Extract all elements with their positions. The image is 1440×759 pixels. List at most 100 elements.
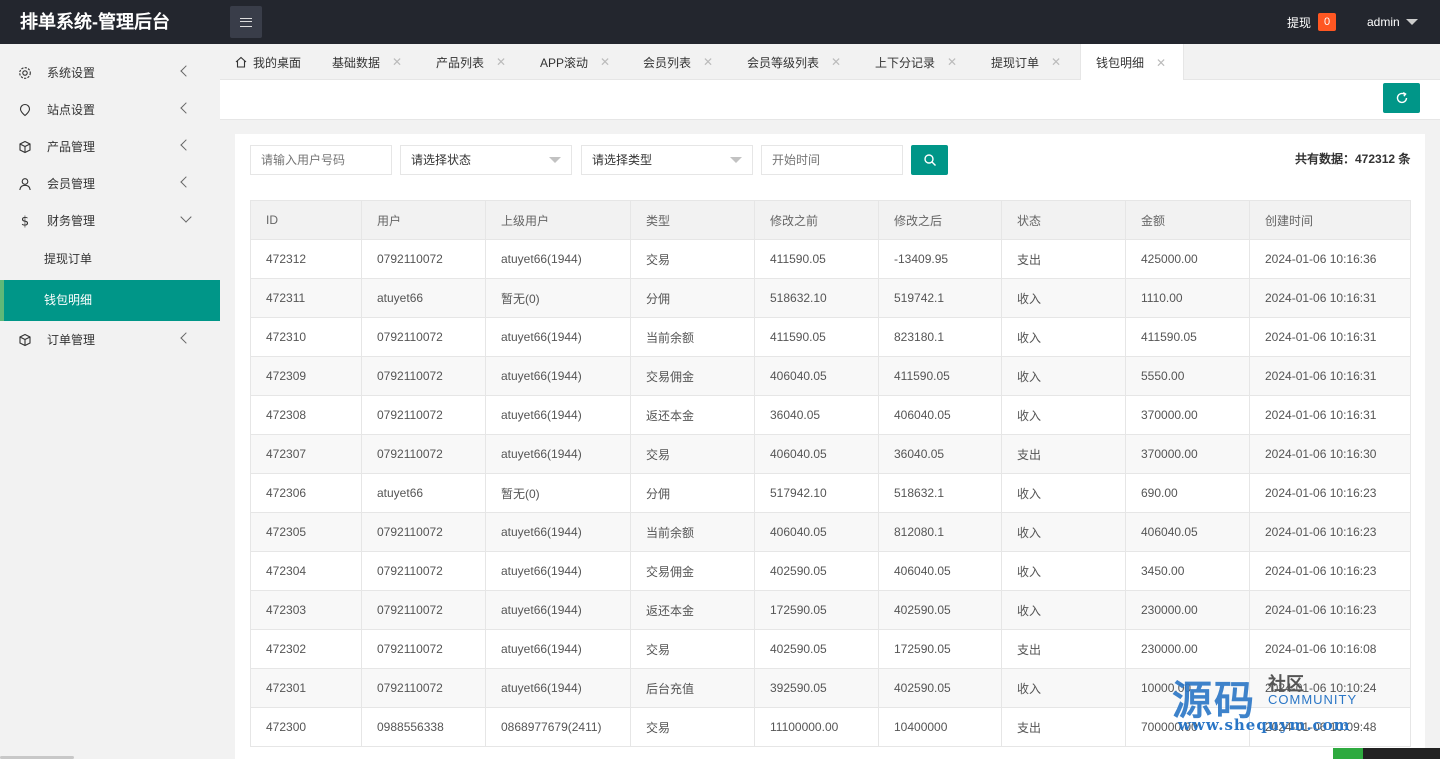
tab-points-records[interactable]: 上下分记录 ✕	[875, 44, 957, 80]
close-icon[interactable]: ✕	[703, 55, 713, 69]
table-cell: 0792110072	[361, 239, 486, 279]
svg-text:$: $	[21, 214, 29, 228]
status-select[interactable]: 请选择状态	[400, 145, 572, 175]
table-cell: 当前余额	[630, 317, 755, 357]
table-cell: 411590.05	[1125, 317, 1250, 357]
close-icon[interactable]: ✕	[496, 55, 506, 69]
tab-label: 提现订单	[991, 55, 1040, 70]
sidebar-item-product-management[interactable]: 产品管理	[0, 128, 220, 165]
table-cell: atuyet66(1944)	[485, 239, 631, 279]
corner-widget-icon	[1333, 748, 1363, 759]
table-row: 472303 0792110072 atuyet66(1944) 返还本金 172590…	[250, 590, 1411, 630]
tab-basic-data[interactable]: 基础数据 ✕	[332, 44, 402, 80]
table-row: 472305 0792110072 atuyet66(1944) 当前余额 406040…	[250, 512, 1411, 552]
table-cell: atuyet66(1944)	[485, 551, 631, 591]
withdraw-link[interactable]: 提现 0	[1287, 13, 1337, 31]
search-button[interactable]	[911, 145, 948, 175]
table-cell: 收入	[1001, 473, 1126, 513]
tab-label: 基础数据	[332, 55, 381, 70]
column-header: 创建时间	[1249, 200, 1411, 240]
table-cell: 收入	[1001, 356, 1126, 396]
tab-withdraw-orders[interactable]: 提现订单 ✕	[991, 44, 1061, 80]
table-cell: 700000.00	[1125, 707, 1250, 747]
table-cell: 472307	[250, 434, 362, 474]
sidebar-item-order-management[interactable]: 订单管理	[0, 321, 220, 358]
table-cell: 0792110072	[361, 512, 486, 552]
sidebar-item-system-settings[interactable]: 系统设置	[0, 54, 220, 91]
table-row: 472306 atuyet66 暂无(0) 分佣 517942.10 518632.1 收入…	[250, 473, 1411, 513]
user-menu[interactable]: admin	[1367, 13, 1418, 31]
start-time-input[interactable]	[761, 145, 903, 175]
tab-product-list[interactable]: 产品列表 ✕	[436, 44, 506, 80]
close-icon[interactable]: ✕	[831, 55, 841, 69]
table-cell: 472309	[250, 356, 362, 396]
table-cell: atuyet66	[361, 473, 486, 513]
table-cell: 0792110072	[361, 317, 486, 357]
table-cell: 472301	[250, 668, 362, 708]
table-cell: 1110.00	[1125, 278, 1250, 318]
refresh-button[interactable]	[1383, 83, 1420, 113]
top-header: 排单系统-管理后台 提现 0 admin	[0, 0, 1440, 44]
table-cell: 36040.05	[754, 395, 879, 435]
wallet-table: ID 用户 上级用户 类型 修改之前 修改之后 状态 金额 创建时间 472312 0792110…	[250, 200, 1411, 747]
tab-desktop[interactable]: 我的桌面	[235, 44, 301, 80]
tab-member-list[interactable]: 会员列表 ✕	[643, 44, 713, 80]
close-icon[interactable]: ✕	[947, 55, 957, 69]
table-cell: 392590.05	[754, 668, 879, 708]
total-count: 共有数据：472312 条	[1295, 152, 1411, 166]
close-icon[interactable]: ✕	[600, 55, 610, 69]
chevron-left-icon	[180, 139, 192, 151]
close-icon[interactable]: ✕	[392, 55, 402, 69]
table-cell: 支出	[1001, 239, 1126, 279]
tab-app-scroll[interactable]: APP滚动 ✕	[540, 44, 610, 80]
chevron-left-icon	[180, 65, 192, 77]
table-cell: 3450.00	[1125, 551, 1250, 591]
table-cell: 2024-01-06 10:16:36	[1249, 239, 1411, 279]
tab-wallet-details[interactable]: 钱包明细 ✕	[1080, 44, 1184, 81]
table-cell: atuyet66(1944)	[485, 317, 631, 357]
table-cell: 172590.05	[878, 629, 1002, 669]
table-cell: 411590.05	[754, 239, 879, 279]
table-cell: 406040.05	[878, 395, 1002, 435]
table-cell: 425000.00	[1125, 239, 1250, 279]
table-cell: 收入	[1001, 278, 1126, 318]
table-cell: 支出	[1001, 629, 1126, 669]
table-cell: 518632.1	[878, 473, 1002, 513]
tab-label: 钱包明细	[1096, 56, 1145, 70]
sidebar-item-member-management[interactable]: 会员管理	[0, 165, 220, 202]
tab-label: 会员列表	[643, 55, 692, 70]
table-cell: 0868977679(2411)	[485, 707, 631, 747]
table-cell: 支出	[1001, 707, 1126, 747]
menu-toggle-button[interactable]	[230, 6, 262, 38]
sidebar-subitem-wallet-details[interactable]: 钱包明细	[0, 280, 220, 321]
user-number-input[interactable]	[250, 145, 392, 175]
table-cell: 支出	[1001, 434, 1126, 474]
table-cell: 交易	[630, 239, 755, 279]
table-cell: 402590.05	[754, 551, 879, 591]
table-cell: atuyet66(1944)	[485, 668, 631, 708]
corner-widget[interactable]	[1333, 748, 1440, 759]
status-select-value: 请选择状态	[411, 153, 472, 167]
table-cell: 0792110072	[361, 668, 486, 708]
user-name: admin	[1367, 15, 1400, 29]
table-cell: atuyet66(1944)	[485, 434, 631, 474]
table-cell: atuyet66	[361, 278, 486, 318]
close-icon[interactable]: ✕	[1156, 56, 1166, 70]
table-cell: 0792110072	[361, 395, 486, 435]
table-cell: 0792110072	[361, 590, 486, 630]
table-cell: 2024-01-06 10:16:31	[1249, 278, 1411, 318]
sidebar-item-finance-management[interactable]: $ 财务管理	[0, 202, 220, 239]
table-cell: 0792110072	[361, 551, 486, 591]
sidebar-item-site-settings[interactable]: 站点设置	[0, 91, 220, 128]
table-cell: atuyet66(1944)	[485, 512, 631, 552]
close-icon[interactable]: ✕	[1051, 55, 1061, 69]
table-cell: 0792110072	[361, 434, 486, 474]
sidebar-subitem-withdraw-orders[interactable]: 提现订单	[0, 239, 220, 280]
location-icon	[18, 103, 32, 117]
type-select[interactable]: 请选择类型	[581, 145, 753, 175]
home-icon	[235, 56, 247, 68]
table-cell: 0988556338	[361, 707, 486, 747]
tab-member-level-list[interactable]: 会员等级列表 ✕	[747, 44, 841, 80]
table-cell: 2024-01-06 10:16:31	[1249, 317, 1411, 357]
table-cell: atuyet66(1944)	[485, 590, 631, 630]
